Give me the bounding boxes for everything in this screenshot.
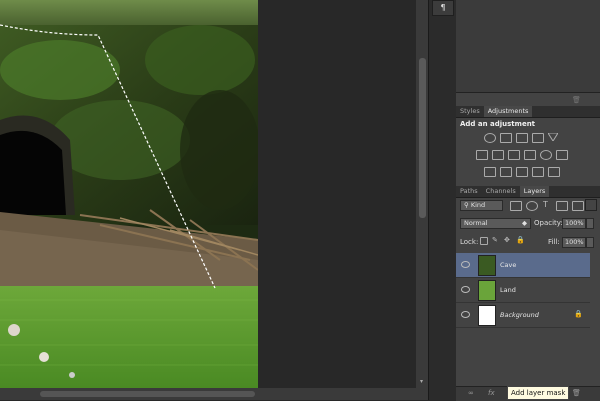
pasteboard <box>258 0 416 388</box>
visibility-eye-icon[interactable] <box>461 311 470 318</box>
layer-name-background[interactable]: Background <box>500 311 539 319</box>
vertical-scroll-thumb[interactable] <box>419 58 426 218</box>
lock-transparent-icon[interactable] <box>480 237 488 245</box>
opacity-label: Opacity: <box>534 219 563 227</box>
adjustment-filter-icon[interactable] <box>526 201 538 211</box>
vibrance-icon[interactable] <box>547 132 559 142</box>
channel-mixer-icon[interactable] <box>540 150 552 160</box>
color-balance-icon[interactable] <box>492 150 504 160</box>
chevron-down-icon: ◆ <box>522 219 527 227</box>
tooltip: Add layer mask <box>507 386 570 400</box>
trash-icon[interactable]: 🗑 <box>572 96 581 104</box>
tab-styles[interactable]: Styles <box>456 106 484 117</box>
layers-tab-bar: Paths Channels Layers <box>456 186 600 198</box>
horizontal-scroll-thumb[interactable] <box>40 391 255 397</box>
filter-kind-dropdown[interactable]: ⚲ Kind <box>460 200 503 211</box>
document-canvas[interactable] <box>0 0 258 388</box>
adjustment-icons-grid <box>476 132 574 181</box>
lock-label: Lock: <box>460 238 479 246</box>
layer-thumbnail-land <box>478 280 496 301</box>
delete-layer-icon[interactable]: 🗑 <box>572 389 581 397</box>
opacity-chevron-icon[interactable] <box>586 218 594 229</box>
upper-panel-area <box>456 0 600 93</box>
layer-lock-icon: 🔒 <box>574 310 583 318</box>
threshold-icon[interactable] <box>516 167 528 177</box>
lock-icons: ✎ ✥ 🔒 <box>480 236 530 246</box>
lock-all-icon[interactable]: 🔒 <box>516 236 525 244</box>
visibility-eye-icon[interactable] <box>461 261 470 268</box>
cave-image <box>0 0 258 388</box>
smart-object-filter-icon[interactable] <box>572 201 584 211</box>
posterize-icon[interactable] <box>500 167 512 177</box>
black-white-icon[interactable] <box>508 150 520 160</box>
link-icon[interactable]: ∞ <box>468 389 474 397</box>
layer-thumbnail-background <box>478 305 496 326</box>
blend-mode-dropdown[interactable]: Normal ◆ <box>460 218 531 229</box>
gradient-map-icon[interactable] <box>532 167 544 177</box>
curves-icon[interactable] <box>516 133 528 143</box>
exposure-icon[interactable] <box>532 133 544 143</box>
fill-label: Fill: <box>548 238 560 246</box>
fill-chevron-icon[interactable] <box>586 237 594 248</box>
panel-icon-strip <box>428 0 458 400</box>
selective-color-icon[interactable] <box>548 167 560 177</box>
paragraph-icon[interactable]: ¶ <box>432 0 454 16</box>
invert-icon[interactable] <box>484 167 496 177</box>
layer-name-cave[interactable]: Cave <box>500 261 516 269</box>
layer-filter-icons: T <box>510 200 590 211</box>
lock-pixels-icon[interactable]: ✎ <box>492 236 498 244</box>
tab-paths[interactable]: Paths <box>456 186 482 197</box>
layer-thumbnail-cave <box>478 255 496 276</box>
layer-row-cave[interactable]: Cave <box>456 253 590 278</box>
fill-input[interactable]: 100% <box>562 237 586 248</box>
filter-toggle[interactable] <box>585 199 597 211</box>
pixel-filter-icon[interactable] <box>510 201 522 211</box>
adjustments-title: Add an adjustment <box>460 120 536 128</box>
search-icon: ⚲ <box>464 201 471 209</box>
photo-filter-icon[interactable] <box>524 150 536 160</box>
visibility-eye-icon[interactable] <box>461 286 470 293</box>
filter-kind-label: Kind <box>470 201 486 209</box>
tab-channels[interactable]: Channels <box>482 186 520 197</box>
scroll-down-arrow-icon[interactable]: ▾ <box>420 378 423 385</box>
adjustments-tab-bar: Styles Adjustments <box>456 106 600 118</box>
layer-name-land[interactable]: Land <box>500 286 516 294</box>
brightness-icon[interactable] <box>484 133 496 143</box>
type-filter-icon[interactable]: T <box>543 200 548 209</box>
levels-icon[interactable] <box>500 133 512 143</box>
shape-filter-icon[interactable] <box>556 201 568 211</box>
layer-row-land[interactable]: Land <box>456 278 590 303</box>
hue-saturation-icon[interactable] <box>476 150 488 160</box>
layer-row-background[interactable]: Background 🔒 <box>456 303 590 328</box>
blend-mode-value: Normal <box>464 219 488 227</box>
fx-button[interactable]: fx <box>488 389 495 397</box>
color-lookup-icon[interactable] <box>556 150 568 160</box>
opacity-input[interactable]: 100% <box>562 218 586 229</box>
lock-position-icon[interactable]: ✥ <box>504 236 510 244</box>
tab-layers[interactable]: Layers <box>519 186 550 197</box>
tab-adjustments[interactable]: Adjustments <box>483 106 533 117</box>
